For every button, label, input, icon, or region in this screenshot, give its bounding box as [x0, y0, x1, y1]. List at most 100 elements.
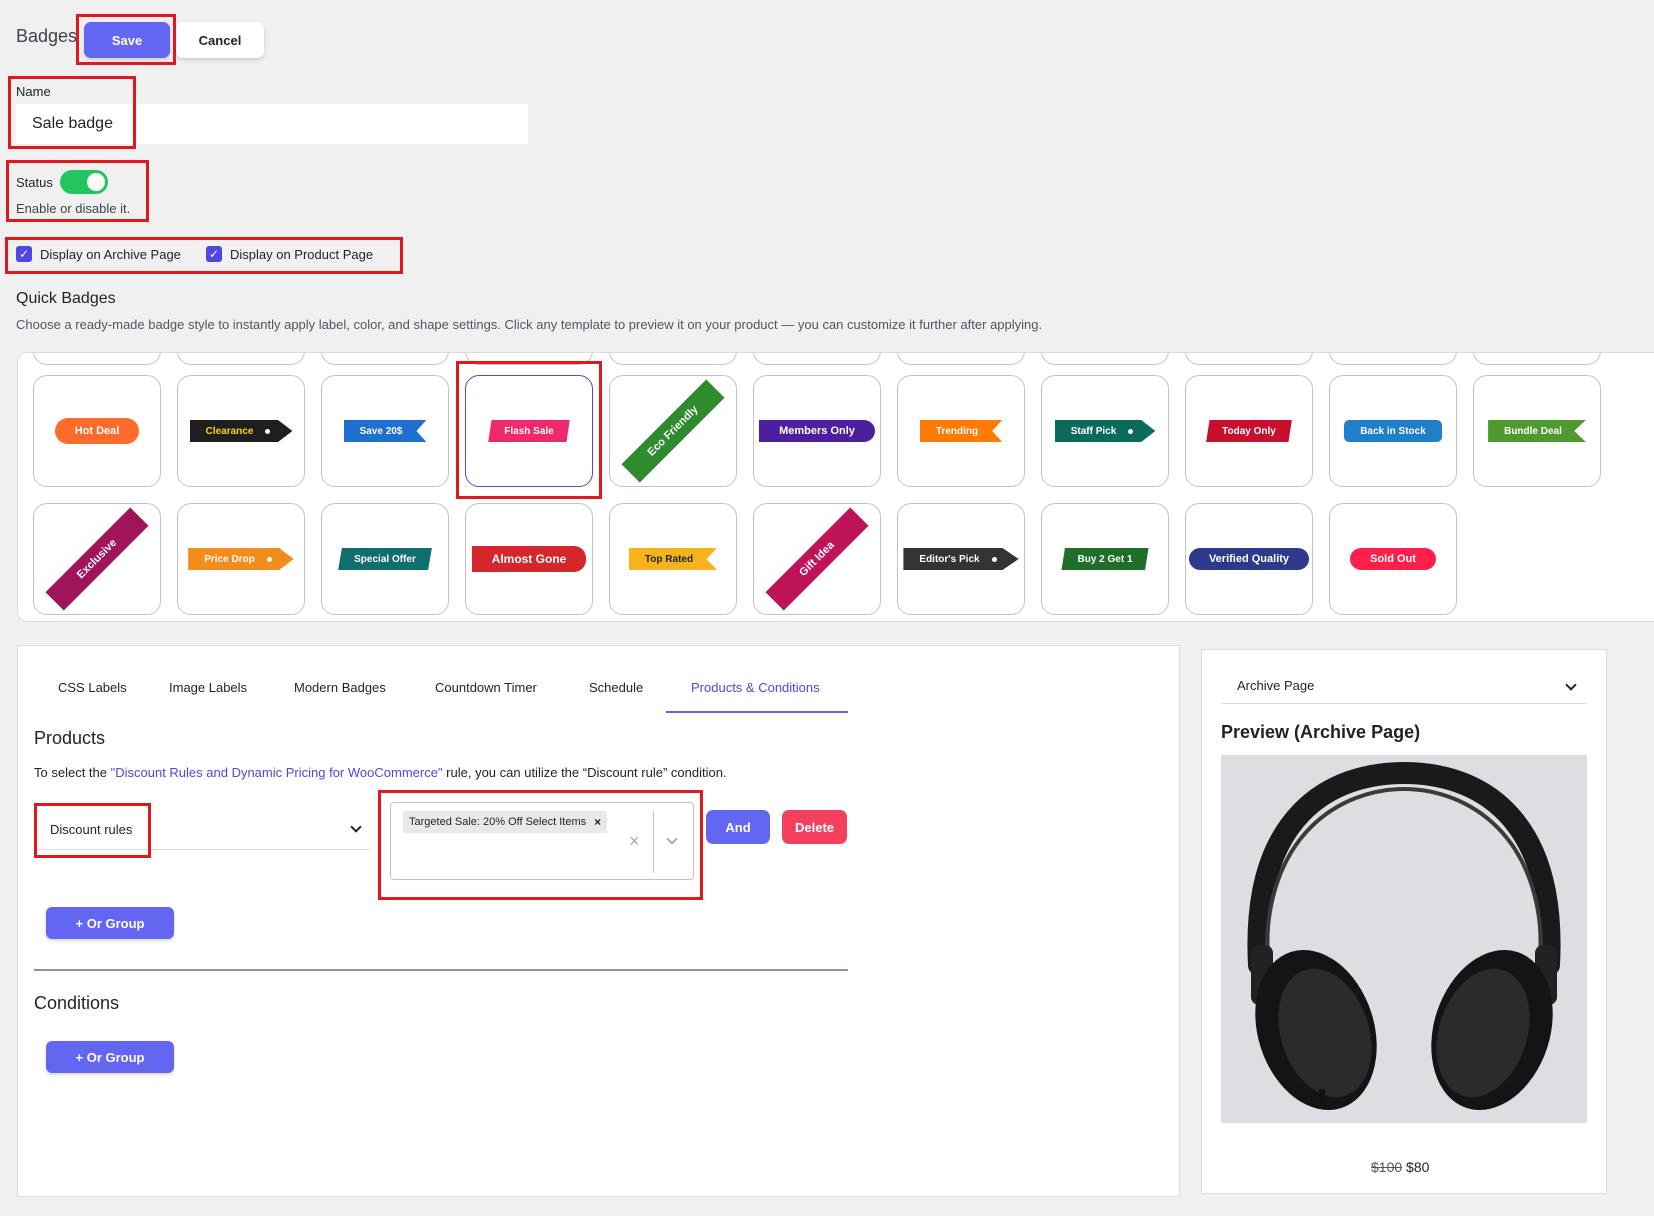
badge-tile-gift-idea[interactable]: Gift Idea: [753, 503, 881, 615]
badge-top-rated: Top Rated: [628, 548, 718, 570]
status-help: Enable or disable it.: [16, 201, 131, 216]
badge-tile-exclusive[interactable]: Exclusive: [33, 503, 161, 615]
products-info: To select the "Discount Rules and Dynami…: [34, 765, 727, 780]
badge-tile-partial: [1473, 353, 1601, 365]
badge-tile-hot-deal[interactable]: Hot Deal: [33, 375, 161, 487]
badge-eco-friendly: Eco Friendly: [621, 379, 724, 482]
chevron-down-icon[interactable]: [666, 833, 678, 845]
conditions-heading: Conditions: [34, 993, 120, 1013]
badge-tile-members-only[interactable]: Members Only: [753, 375, 881, 487]
badge-members-only: Members Only: [759, 420, 875, 442]
rule-type-select[interactable]: Discount rules: [34, 810, 370, 850]
badge-bundle-deal: Bundle Deal: [1488, 420, 1586, 442]
quick-badges-title: Quick Badges: [16, 290, 116, 307]
product-price: $100 $80: [1371, 1159, 1429, 1175]
badge-price-drop: Price Drop: [188, 548, 294, 570]
chevron-down-icon: [350, 821, 362, 833]
section-divider: [34, 969, 848, 971]
checkbox-checked-icon[interactable]: ✓: [16, 246, 32, 262]
badge-exclusive: Exclusive: [45, 507, 148, 610]
badge-tile-verified-quality[interactable]: Verified Quality: [1185, 503, 1313, 615]
badge-tile-partial: [753, 353, 881, 365]
info-prefix: To select the: [34, 765, 111, 780]
selected-rule-chip: Targeted Sale: 20% Off Select Items ×: [403, 811, 608, 833]
headphones-image: [1247, 761, 1561, 1111]
badge-tile-clearance[interactable]: Clearance: [177, 375, 305, 487]
preview-page-value: Archive Page: [1237, 678, 1315, 693]
toggle-knob: [87, 173, 105, 191]
conditions-or-group-button[interactable]: + Or Group: [46, 1041, 174, 1073]
name-label: Name: [16, 84, 51, 99]
badge-tile-special-offer[interactable]: Special Offer: [321, 503, 449, 615]
cancel-button[interactable]: Cancel: [176, 22, 264, 58]
settings-panel: [17, 645, 1180, 1197]
display-product-label: Display on Product Page: [230, 246, 374, 262]
products-or-group-button[interactable]: + Or Group: [46, 907, 174, 939]
badge-tile-sold-out[interactable]: Sold Out: [1329, 503, 1457, 615]
badge-tile-partial: [33, 353, 161, 365]
tab-image-labels[interactable]: Image Labels: [169, 680, 247, 695]
badge-tile-top-rated[interactable]: Top Rated: [609, 503, 737, 615]
checkbox-checked-icon[interactable]: ✓: [206, 246, 222, 262]
badge-almost-gone: Almost Gone: [471, 546, 587, 572]
display-archive-option[interactable]: ✓ Display on Archive Page: [16, 246, 181, 262]
page-title: Badges: [16, 26, 78, 46]
badge-editors-pick: Editor's Pick: [903, 548, 1019, 570]
preview-page-select[interactable]: Archive Page: [1221, 670, 1587, 704]
badge-tile-flash-sale[interactable]: Flash Sale: [465, 375, 593, 487]
badge-tile-back-in-stock[interactable]: Back in Stock: [1329, 375, 1457, 487]
badge-tile-trending[interactable]: Trending: [897, 375, 1025, 487]
badge-verified-quality: Verified Quality: [1188, 548, 1310, 570]
tab-schedule[interactable]: Schedule: [589, 680, 643, 695]
status-toggle[interactable]: [60, 170, 108, 194]
discount-rules-link[interactable]: "Discount Rules and Dynamic Pricing for …: [111, 765, 443, 780]
delete-button[interactable]: Delete: [782, 810, 847, 844]
product-image: [1221, 755, 1587, 1123]
badge-staff-pick: Staff Pick: [1054, 420, 1156, 442]
tab-modern-badges[interactable]: Modern Badges: [294, 680, 386, 695]
badge-save20: Save 20$: [343, 420, 427, 442]
badge-tile-price-drop[interactable]: Price Drop: [177, 503, 305, 615]
badge-tile-today-only[interactable]: Today Only: [1185, 375, 1313, 487]
quick-badges-description: Choose a ready-made badge style to insta…: [16, 317, 1043, 332]
preview-title: Preview (Archive Page): [1221, 722, 1421, 742]
new-price: $80: [1406, 1159, 1430, 1175]
clear-icon[interactable]: ×: [629, 831, 640, 852]
rule-multiselect[interactable]: Targeted Sale: 20% Off Select Items × ×: [390, 802, 694, 880]
tab-countdown-timer[interactable]: Countdown Timer: [435, 680, 537, 695]
display-product-option[interactable]: ✓ Display on Product Page: [206, 246, 373, 262]
badge-hot-deal: Hot Deal: [54, 418, 140, 444]
badge-tile-partial: [1041, 353, 1169, 365]
badge-tile-partial: [609, 353, 737, 365]
badge-tile-save20[interactable]: Save 20$: [321, 375, 449, 487]
badge-tile-partial: [465, 353, 593, 365]
badge-tile-almost-gone[interactable]: Almost Gone: [465, 503, 593, 615]
tab-products-conditions[interactable]: Products & Conditions: [691, 680, 820, 695]
badge-tile-bundle-deal[interactable]: Bundle Deal: [1473, 375, 1601, 487]
badge-flash-sale: Flash Sale: [488, 420, 570, 442]
badge-tile-editors-pick[interactable]: Editor's Pick: [897, 503, 1025, 615]
status-label: Status: [16, 175, 53, 190]
name-input[interactable]: [16, 104, 528, 144]
info-suffix: rule, you can utilize the “Discount rule…: [442, 765, 727, 780]
old-price: $100: [1371, 1159, 1403, 1175]
badge-tile-partial: [177, 353, 305, 365]
badge-tile-partial: [1185, 353, 1313, 365]
badge-tile-staff-pick[interactable]: Staff Pick: [1041, 375, 1169, 487]
badge-buy2get1: Buy 2 Get 1: [1061, 548, 1149, 570]
badge-tile-partial: [897, 353, 1025, 365]
and-button[interactable]: And: [706, 810, 770, 844]
badge-sold-out: Sold Out: [1350, 548, 1436, 570]
products-heading: Products: [34, 728, 106, 748]
badge-back-in-stock: Back in Stock: [1344, 420, 1442, 442]
display-archive-label: Display on Archive Page: [40, 246, 181, 262]
badge-tile-eco-friendly[interactable]: Eco Friendly: [609, 375, 737, 487]
tab-css-labels[interactable]: CSS Labels: [58, 680, 127, 695]
badge-gift-idea: Gift Idea: [765, 507, 868, 610]
badge-special-offer: Special Offer: [338, 548, 432, 570]
save-button[interactable]: Save: [84, 22, 170, 58]
chevron-down-icon: [1565, 679, 1577, 691]
badge-tile-buy2get1[interactable]: Buy 2 Get 1: [1041, 503, 1169, 615]
chip-remove-icon[interactable]: ×: [594, 815, 601, 829]
badge-today-only: Today Only: [1206, 420, 1292, 442]
